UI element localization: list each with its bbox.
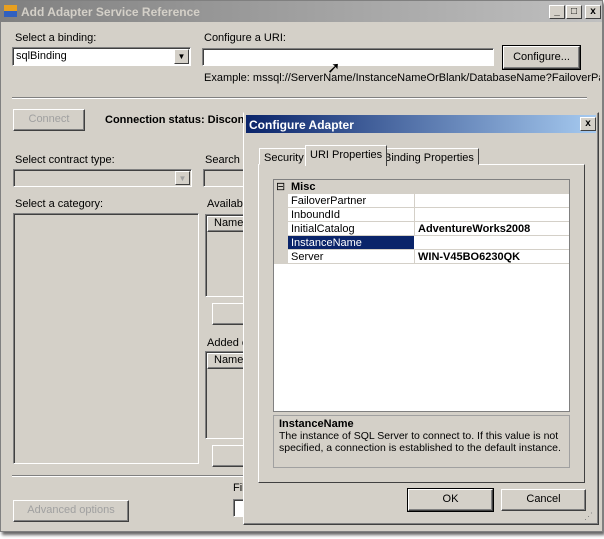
- category-tree[interactable]: [13, 213, 199, 464]
- maximize-button[interactable]: □: [566, 5, 582, 19]
- connect-button[interactable]: Connect: [13, 109, 85, 131]
- property-row[interactable]: FailoverPartner: [288, 194, 569, 208]
- contract-type-select[interactable]: ▼: [13, 169, 192, 187]
- uri-input[interactable]: [202, 48, 494, 66]
- category-row-misc[interactable]: ⊟ Misc: [274, 180, 569, 194]
- category-label: Misc: [291, 181, 316, 193]
- property-row-selected[interactable]: InstanceName: [288, 236, 569, 250]
- tab-binding-properties[interactable]: Binding Properties: [379, 148, 479, 165]
- binding-label: Select a binding:: [15, 32, 97, 44]
- added-label: Added c: [207, 337, 248, 349]
- property-row[interactable]: InitialCatalog AdventureWorks2008: [288, 222, 569, 236]
- mouse-cursor-icon: ➚: [327, 60, 341, 77]
- contract-type-label: Select contract type:: [15, 154, 115, 166]
- property-name: InstanceName: [291, 237, 362, 249]
- property-name: Server: [291, 251, 324, 263]
- window-title: Add Adapter Service Reference: [1, 1, 602, 22]
- dialog-close-button[interactable]: x: [580, 117, 596, 131]
- property-row[interactable]: Server WIN-V45BO6230QK: [288, 250, 569, 264]
- description-pane: InstanceName The instance of SQL Server …: [273, 415, 570, 468]
- chevron-down-icon[interactable]: ▼: [174, 49, 189, 64]
- uri-label: Configure a URI:: [204, 32, 286, 44]
- search-label: Search i: [205, 154, 246, 166]
- property-name: InitialCatalog: [291, 223, 355, 235]
- resize-grip-icon[interactable]: ⋰: [584, 511, 593, 522]
- app-icon: [4, 5, 17, 17]
- tab-security[interactable]: Security: [259, 148, 309, 165]
- property-value[interactable]: WIN-V45BO6230QK: [418, 251, 520, 263]
- configure-adapter-dialog: Configure Adapter x Security URI Propert…: [243, 112, 599, 525]
- configure-button[interactable]: Configure...: [502, 45, 581, 70]
- chevron-down-icon[interactable]: ▼: [175, 171, 190, 185]
- cancel-button[interactable]: Cancel: [501, 489, 586, 511]
- divider: [12, 475, 247, 477]
- binding-value: sqlBinding: [16, 50, 67, 62]
- property-row[interactable]: InboundId: [288, 208, 569, 222]
- property-name: InboundId: [291, 209, 340, 221]
- property-grid: ⊟ Misc FailoverPartner InboundId Initial…: [273, 179, 570, 412]
- close-button[interactable]: x: [585, 5, 601, 19]
- divider: [12, 97, 587, 99]
- connection-status: Connection status: Disconn: [105, 114, 252, 126]
- property-value[interactable]: AdventureWorks2008: [418, 223, 530, 235]
- tab-uri-properties[interactable]: URI Properties: [305, 145, 388, 166]
- collapse-icon[interactable]: ⊟: [276, 180, 285, 193]
- search-input[interactable]: [203, 169, 248, 187]
- category-label: Select a category:: [15, 198, 104, 210]
- dialog-title: Configure Adapter: [246, 115, 596, 133]
- description-text: The instance of SQL Server to connect to…: [279, 430, 561, 454]
- minimize-button[interactable]: _: [549, 5, 565, 19]
- description-title: InstanceName: [279, 418, 354, 430]
- property-name: FailoverPartner: [291, 195, 367, 207]
- advanced-options-button[interactable]: Advanced options: [13, 500, 129, 522]
- ok-button[interactable]: OK: [407, 488, 494, 512]
- uri-example: Example: mssql://ServerName/InstanceName…: [204, 72, 600, 84]
- binding-select[interactable]: sqlBinding ▼: [12, 47, 191, 66]
